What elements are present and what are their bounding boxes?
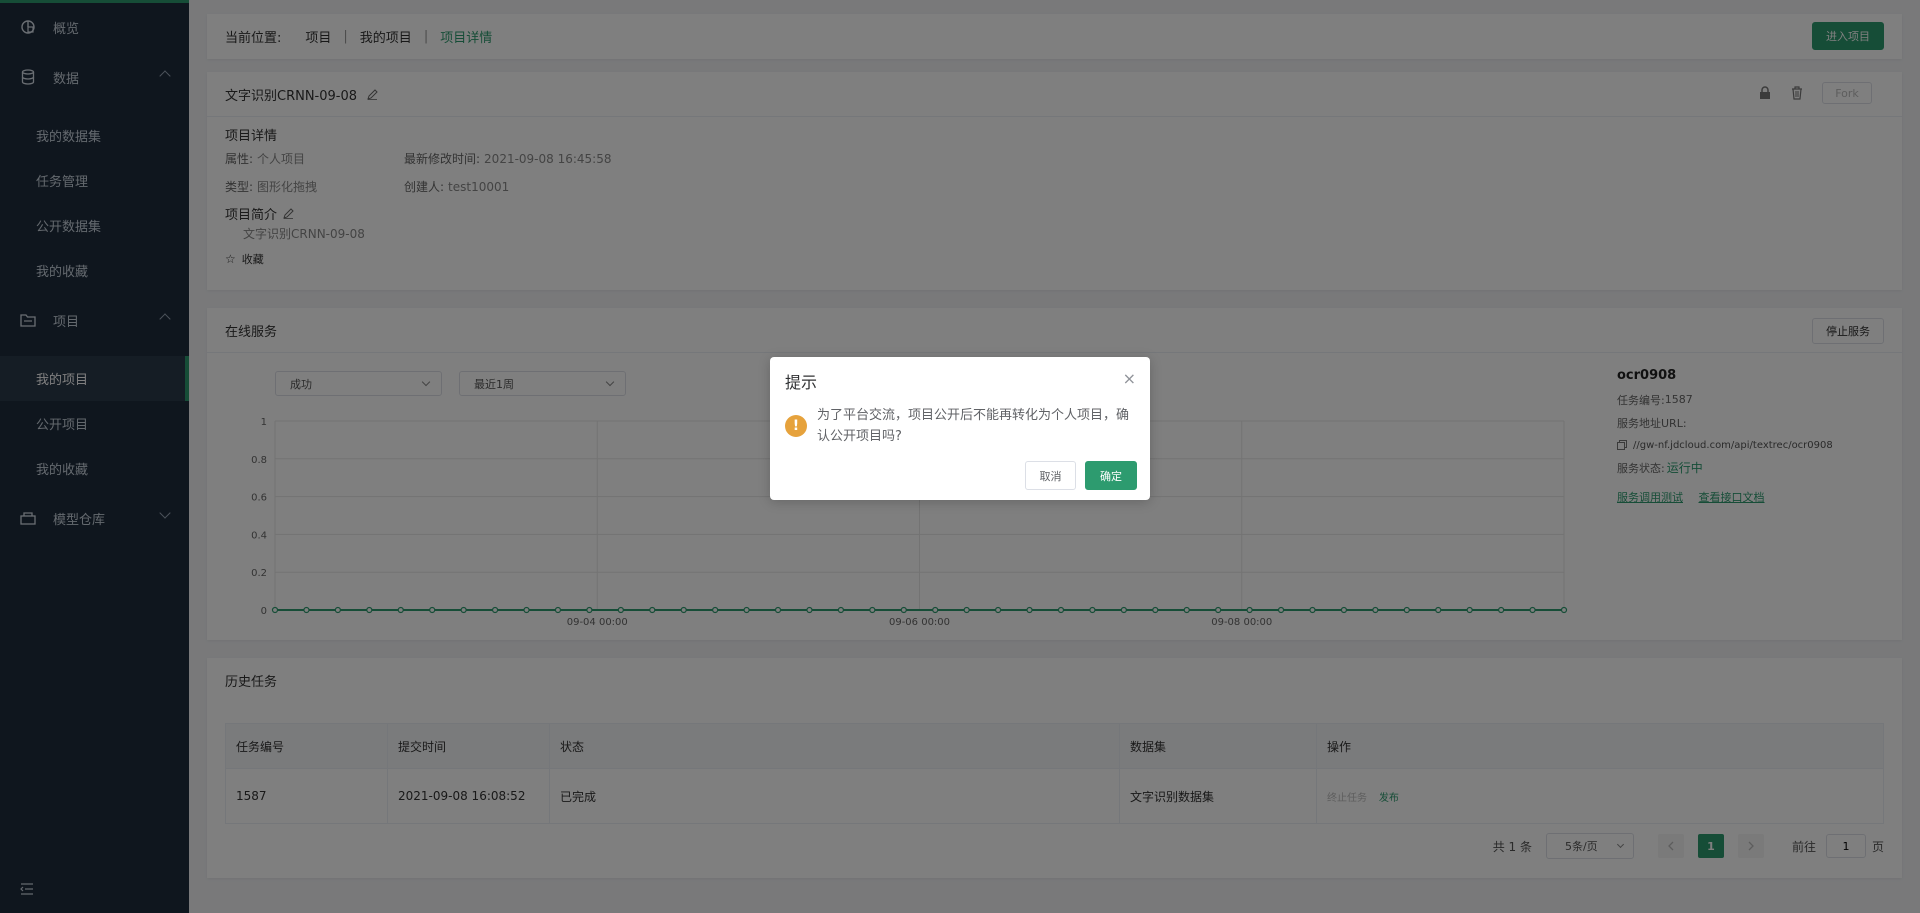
confirm-dialog: 提示 × ! 为了平台交流，项目公开后不能再转化为个人项目，确认公开项目吗? 取…: [770, 357, 1150, 500]
close-icon[interactable]: ×: [1123, 369, 1136, 388]
cancel-button[interactable]: 取消: [1025, 461, 1076, 490]
dialog-message: 为了平台交流，项目公开后不能再转化为个人项目，确认公开项目吗?: [817, 408, 1130, 444]
dialog-title: 提示: [785, 373, 818, 392]
warning-icon: !: [785, 415, 807, 437]
confirm-button[interactable]: 确定: [1085, 461, 1137, 490]
